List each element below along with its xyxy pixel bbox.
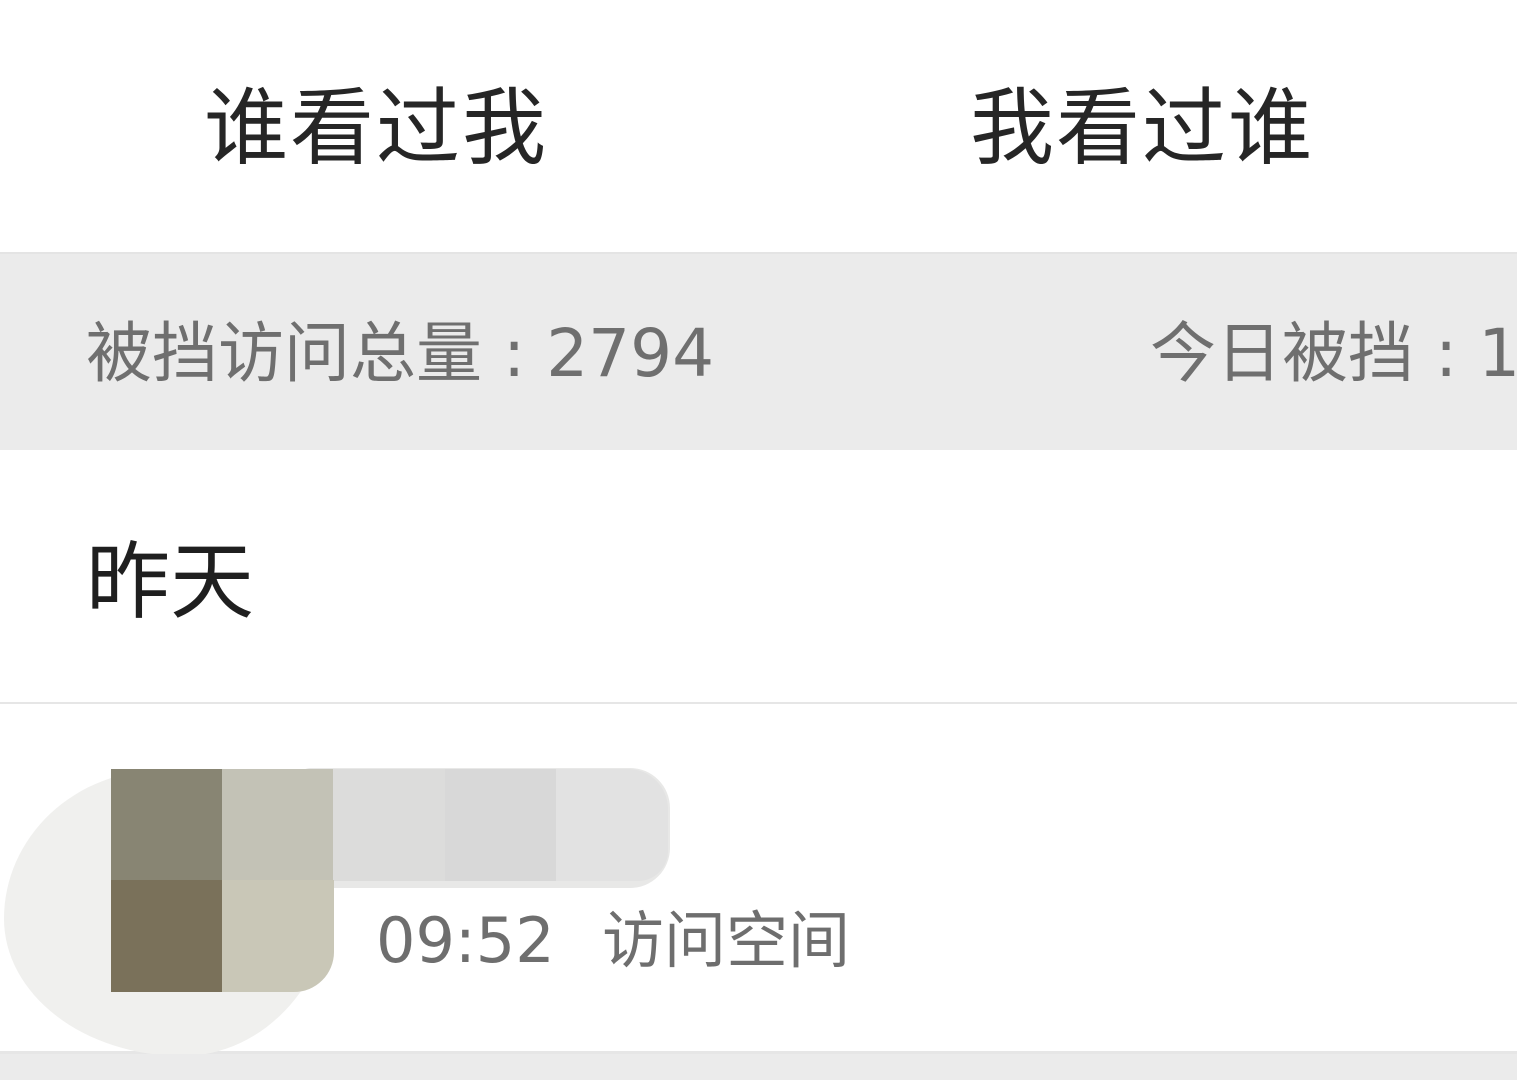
blocked-stats-bar: 被挡访问总量 : 2794 今日被挡 : 1 [0,254,1517,450]
next-section-divider [0,1054,1517,1080]
blocked-today-count: 今日被挡 : 1 [1150,315,1517,392]
avatar-mosaic-tile [556,769,668,881]
avatar-mosaic-tile [111,880,223,992]
date-section-title: 昨天 [86,533,255,631]
avatar-mosaic-tile [111,769,223,881]
avatar-mosaic-tile [445,769,557,881]
date-section-header: 昨天 [0,450,1517,704]
avatar-mosaic-tile [222,880,334,992]
blocked-total-count: 被挡访问总量 : 2794 [86,315,715,392]
avatar-mosaic-tile [333,769,445,881]
avatar-mosaic-tile [222,769,334,881]
visitor-page: 谁看过我 我看过谁 被挡访问总量 : 2794 今日被挡 : 1 昨天 09:5… [0,0,1517,1080]
tab-who-viewed-me[interactable]: 谁看过我 [204,78,548,178]
tab-bar: 谁看过我 我看过谁 [0,0,1517,254]
avatar[interactable] [111,769,668,993]
tab-who-i-viewed[interactable]: 我看过谁 [970,78,1314,178]
